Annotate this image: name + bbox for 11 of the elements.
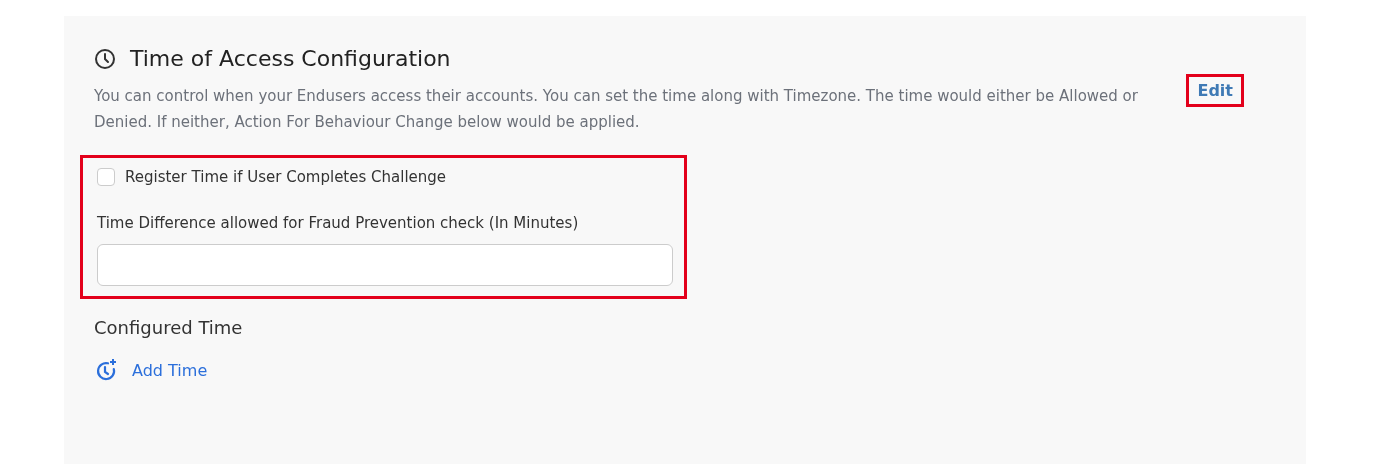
section-description: You can control when your Endusers access their accounts. You can set the time along with Timezone. The time would either be Allowed or Denied. If neither, Action For Behaviour Change below would be applied. [94, 86, 1139, 133]
section-title: Time of Access Configuration [130, 46, 451, 71]
clock-icon [94, 47, 116, 70]
input-field[interactable] [97, 244, 673, 286]
clock-plus-icon[interactable] [94, 358, 118, 382]
subsection-title: Configured Time [94, 317, 244, 338]
edit-link[interactable]: Edit [1186, 74, 1244, 107]
checkbox[interactable] [97, 168, 115, 186]
checkbox-label: Register Time if User Completes Challenge [125, 168, 447, 186]
field-label: Time Difference allowed for Fraud Prevention check (In Minutes) [97, 214, 580, 232]
add-time-link[interactable]: Add Time [132, 360, 208, 380]
